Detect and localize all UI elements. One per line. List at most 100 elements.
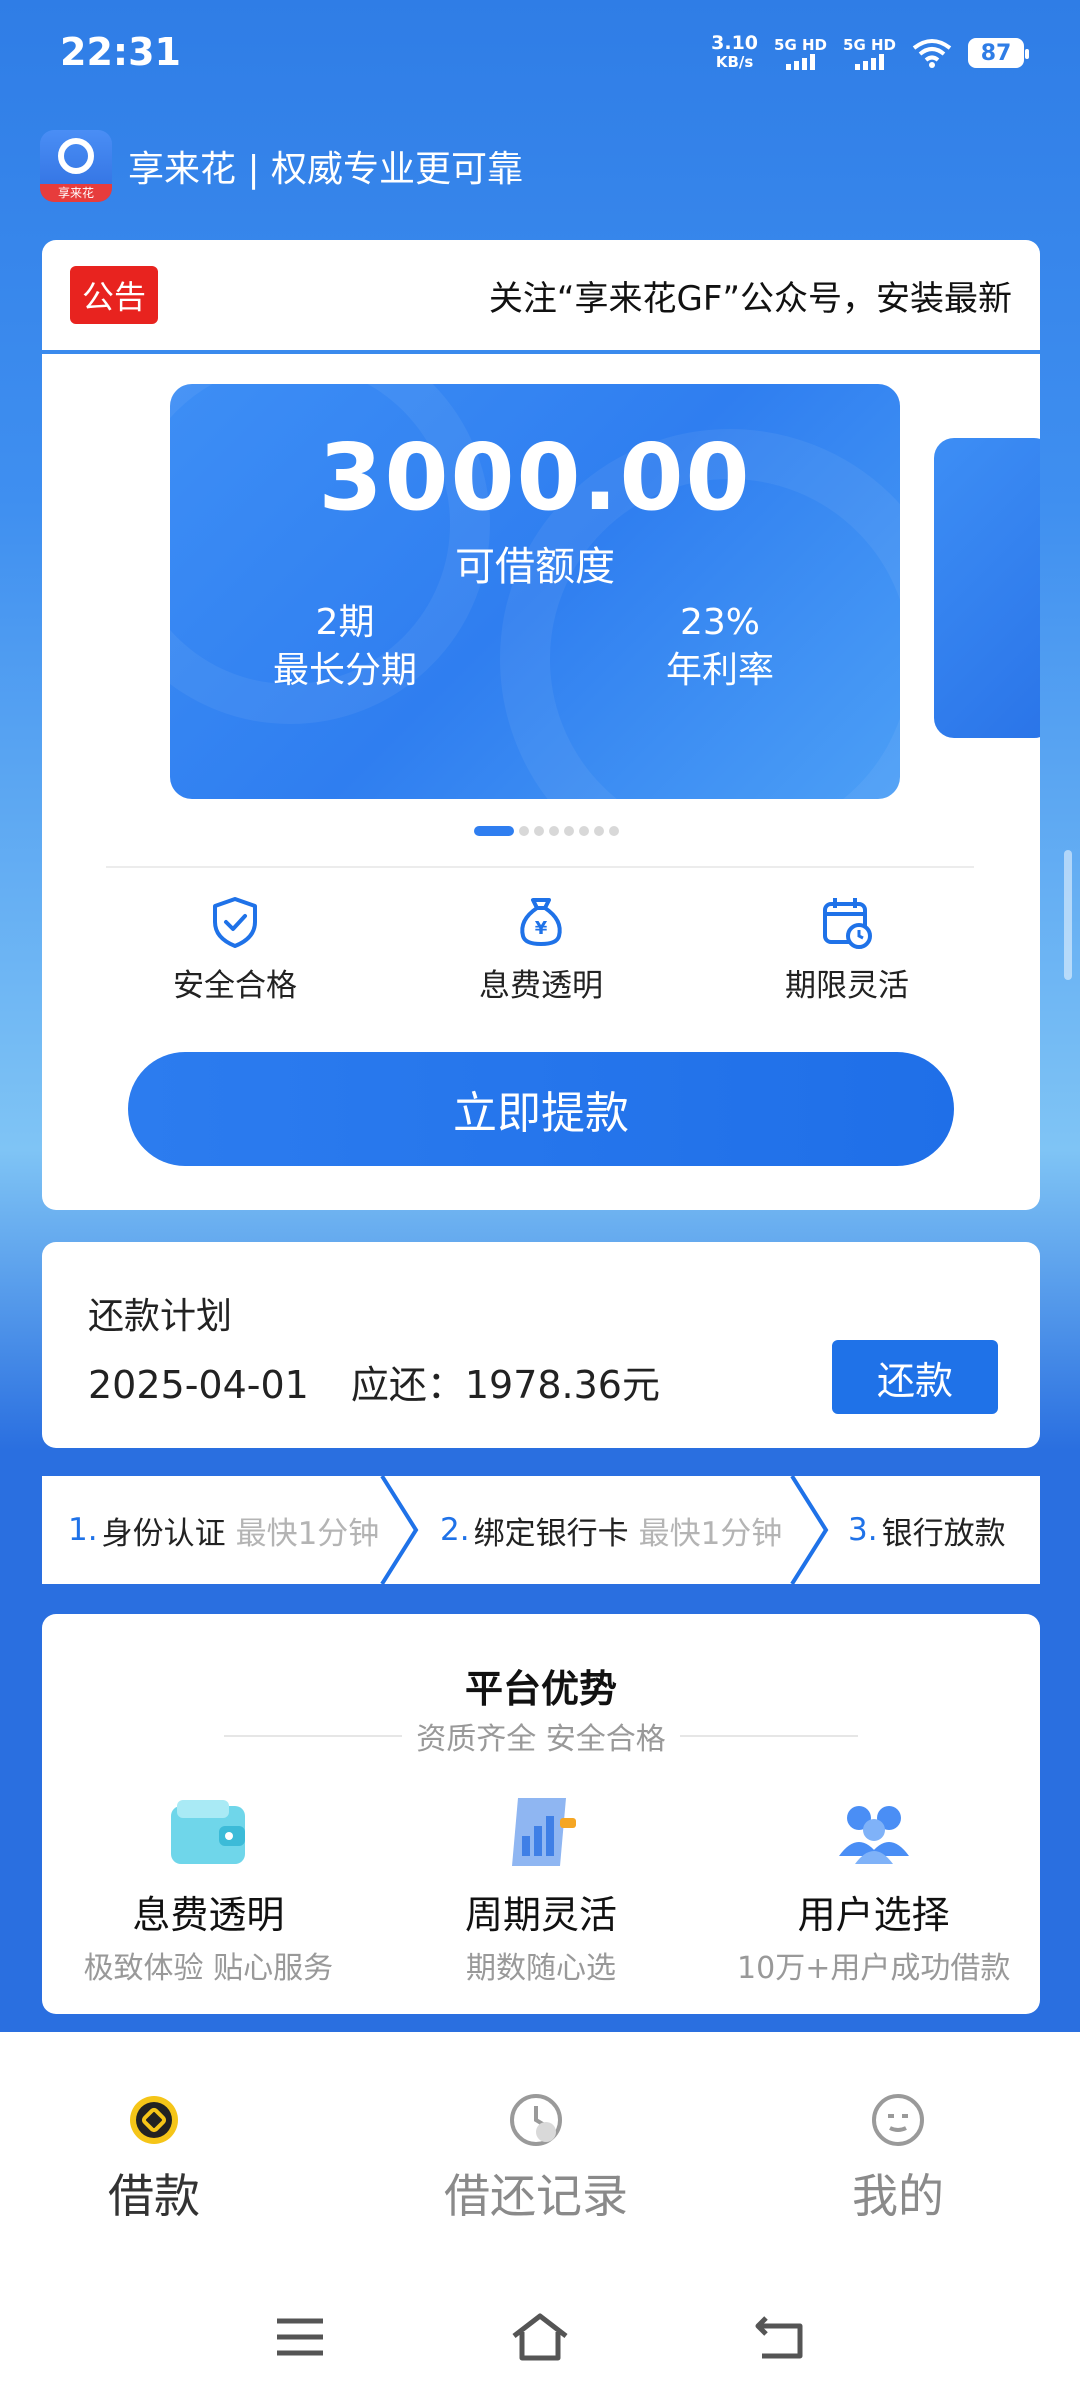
advantage-title: 息费透明	[132, 1893, 285, 1937]
repay-due-amount: 应还：1978.36元	[350, 1363, 660, 1407]
bottom-area: 借款 借还记录 我的	[0, 2032, 1080, 2400]
back-icon[interactable]	[740, 2302, 820, 2372]
tab-records[interactable]: 借还记录	[444, 2092, 628, 2226]
advantage-title: 周期灵活	[465, 1893, 618, 1937]
notice-text[interactable]: 关注“享来花GF”公众号，安装最新	[489, 271, 1012, 320]
credit-amount: 3000.00	[318, 424, 752, 531]
carousel-dot[interactable]	[534, 826, 544, 836]
face-icon	[872, 2094, 924, 2146]
feature-flexible: 期限灵活	[694, 894, 1000, 1005]
app-header-title: 享来花 | 权威专业更可靠	[128, 149, 524, 190]
sim2-label: 5G HD	[843, 36, 896, 54]
battery-level: 87	[980, 40, 1012, 66]
scrollbar[interactable]	[1064, 850, 1072, 980]
chart-document-icon	[512, 1798, 576, 1866]
divider	[106, 866, 974, 868]
repay-button[interactable]: 还款	[832, 1340, 998, 1414]
advantage-item: 周期灵活 期数随心选	[375, 1792, 708, 1987]
calendar-clock-icon	[823, 898, 872, 949]
network-speed-unit: KB/s	[715, 53, 754, 71]
step-bind-card: 2. 绑定银行卡 最快1分钟	[440, 1476, 782, 1584]
advantage-desc: 10万+用户成功借款	[737, 1951, 1011, 1986]
carousel-dot[interactable]	[519, 826, 529, 836]
step-number: 2.	[440, 1512, 470, 1548]
wallet-icon	[171, 1800, 246, 1864]
network-speed-value: 3.10	[711, 32, 759, 54]
feature-label: 期限灵活	[785, 968, 909, 1004]
tab-loan[interactable]: 借款	[108, 2092, 200, 2226]
signal-bars-icon: 5G HD	[843, 36, 896, 70]
feature-label: 安全合格	[173, 968, 297, 1004]
loan-main-card: 3000.00 可借额度 2期 最长分期 23% 年利率 安全合格 ¥ 息费透明…	[42, 354, 1040, 1210]
withdraw-now-button[interactable]: 立即提款	[128, 1052, 954, 1166]
platform-advantages-card: 平台优势 资质齐全 安全合格 息费透明 极致体验 贴心服务 周期灵活 期数随心选…	[42, 1614, 1040, 2014]
menu-icon[interactable]	[260, 2302, 340, 2372]
repay-date: 2025-04-01	[88, 1363, 309, 1407]
signal-bars-icon: 5G HD	[774, 36, 827, 70]
feature-transparent: ¥ 息费透明	[388, 894, 694, 1005]
step-number: 3.	[848, 1512, 878, 1548]
chevron-right-icon	[790, 1476, 829, 1584]
step-hint: 最快1分钟	[638, 1515, 783, 1552]
users-icon	[838, 1806, 909, 1864]
carousel-dot[interactable]	[594, 826, 604, 836]
clock-icon	[510, 2094, 562, 2146]
step-name: 身份认证	[101, 1515, 226, 1552]
money-bag-icon: ¥	[520, 898, 562, 947]
battery-icon: 87	[968, 38, 1029, 68]
tab-bar: 借款 借还记录 我的	[0, 2032, 1080, 2252]
advantages-subtitle-row: 资质齐全 安全合格	[224, 1714, 859, 1758]
system-nav-bar	[0, 2302, 1080, 2392]
tab-label: 我的	[852, 2169, 944, 2223]
shield-check-icon	[213, 897, 257, 948]
carousel-dot[interactable]	[579, 826, 589, 836]
repay-plan-line: 2025-04-01 应还：1978.36元	[88, 1354, 660, 1409]
advantage-desc: 期数随心选	[466, 1951, 616, 1986]
app-logo: 享来花	[40, 130, 112, 202]
advantages-subtitle: 资质齐全 安全合格	[416, 1722, 666, 1757]
carousel-dot[interactable]	[549, 826, 559, 836]
tab-label: 借款	[108, 2169, 200, 2223]
svg-text:¥: ¥	[535, 918, 548, 939]
advantage-item: 息费透明 极致体验 贴心服务	[42, 1792, 375, 1987]
step-bank-disburse: 3. 银行放款	[848, 1476, 1006, 1584]
advantages-title: 平台优势	[464, 1667, 617, 1711]
step-name: 绑定银行卡	[473, 1515, 629, 1552]
home-icon[interactable]	[500, 2302, 580, 2372]
network-speed: 3.10 KB/s	[711, 34, 758, 72]
loan-steps: 1. 身份认证 最快1分钟 2. 绑定银行卡 最快1分钟 3. 银行放款	[42, 1476, 1040, 1584]
advantage-title: 用户选择	[797, 1893, 950, 1937]
repay-plan-title: 还款计划	[88, 1296, 233, 1337]
loan-icon	[130, 2096, 178, 2144]
credit-amount-label: 可借额度	[455, 544, 615, 590]
annual-rate-value: 23%	[679, 602, 760, 643]
app-logo-text: 享来花	[40, 184, 112, 202]
chevron-right-icon	[380, 1476, 419, 1584]
status-time: 22:31	[60, 30, 181, 74]
advantages-list: 息费透明 极致体验 贴心服务 周期灵活 期数随心选 用户选择 10万+用户成功借…	[42, 1792, 1040, 1987]
step-number: 1.	[68, 1512, 98, 1548]
step-identity: 1. 身份认证 最快1分钟	[68, 1476, 379, 1584]
tab-mine[interactable]: 我的	[852, 2092, 944, 2226]
notice-bar[interactable]: 公告 关注“享来花GF”公众号，安装最新	[42, 240, 1040, 350]
advantage-item: 用户选择 10万+用户成功借款	[707, 1792, 1040, 1987]
carousel-dot[interactable]	[564, 826, 574, 836]
max-term-stat: 2期 最长分期	[215, 599, 475, 695]
repay-plan-card: 还款计划 2025-04-01 应还：1978.36元 还款	[42, 1242, 1040, 1448]
advantage-desc: 极致体验 贴心服务	[83, 1951, 334, 1986]
next-carousel-card[interactable]	[934, 438, 1040, 738]
carousel-dot[interactable]	[474, 826, 514, 836]
wifi-icon	[912, 39, 952, 68]
credit-limit-card[interactable]: 3000.00 可借额度 2期 最长分期 23% 年利率	[170, 384, 900, 799]
notice-badge: 公告	[70, 266, 159, 324]
carousel-indicator	[474, 826, 619, 836]
max-term-value: 2期	[315, 602, 375, 643]
step-name: 银行放款	[881, 1515, 1006, 1552]
sim1-label: 5G HD	[774, 36, 828, 54]
feature-row: 安全合格 ¥ 息费透明 期限灵活	[42, 894, 1040, 1005]
carousel-dot[interactable]	[609, 826, 619, 836]
status-bar: 22:31 3.10 KB/s 5G HD 5G HD 87	[0, 0, 1080, 110]
step-hint: 最快1分钟	[235, 1515, 380, 1552]
feature-label: 息费透明	[479, 968, 603, 1004]
annual-rate-label: 年利率	[665, 650, 774, 691]
